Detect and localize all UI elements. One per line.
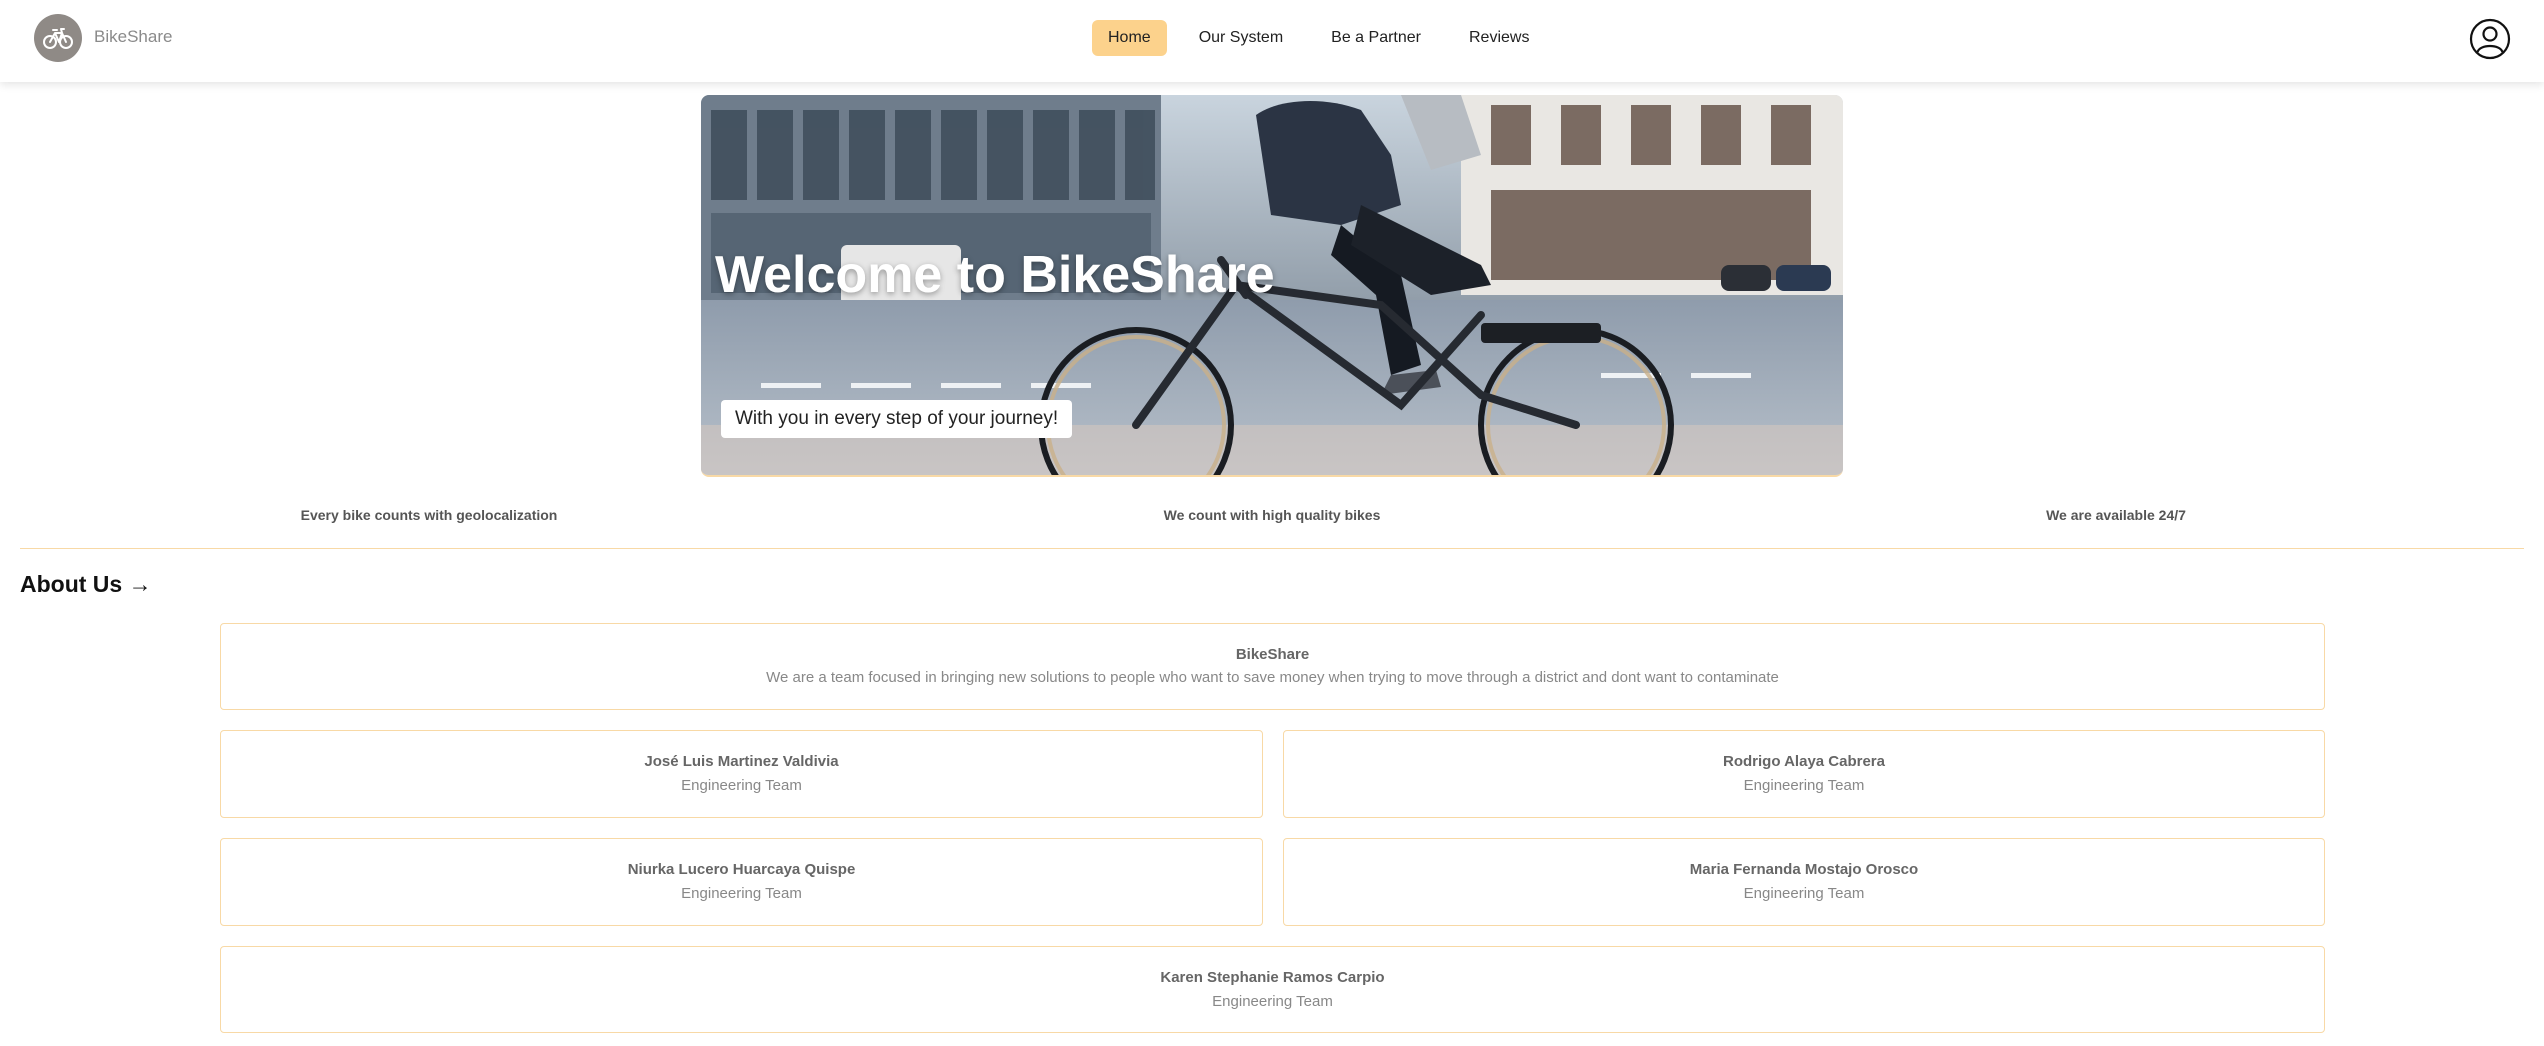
- member-card: José Luis Martinez Valdivia Engineering …: [220, 730, 1263, 818]
- bicycle-icon: [43, 28, 73, 49]
- section-divider: [20, 548, 2524, 549]
- member-name: Rodrigo Alaya Cabrera: [1723, 753, 1885, 770]
- member-role: Engineering Team: [681, 885, 802, 902]
- team-name: BikeShare: [1235, 646, 1310, 663]
- main-nav: Home Our System Be a Partner Reviews: [1092, 20, 1561, 56]
- member-name: José Luis Martinez Valdivia: [644, 753, 839, 770]
- team-description: We are a team focused in bringing new so…: [766, 669, 1779, 686]
- user-circle-icon[interactable]: [2469, 18, 2511, 60]
- hero-title: Welcome to BikeShare: [715, 246, 1275, 304]
- member-name: Niurka Lucero Huarcaya Quispe: [627, 861, 856, 878]
- member-card: Niurka Lucero Huarcaya Quispe Engineerin…: [220, 838, 1263, 926]
- member-name: Karen Stephanie Ramos Carpio: [1160, 969, 1385, 986]
- hero-banner: Welcome to BikeShare With you in every s…: [701, 95, 1843, 477]
- member-role: Engineering Team: [681, 777, 802, 794]
- member-card: Karen Stephanie Ramos Carpio Engineering…: [220, 946, 2325, 1033]
- brand-name[interactable]: BikeShare: [94, 27, 172, 47]
- member-name: Maria Fernanda Mostajo Orosco: [1689, 861, 1919, 878]
- member-card: Maria Fernanda Mostajo Orosco Engineerin…: [1283, 838, 2325, 926]
- member-role: Engineering Team: [1743, 885, 1865, 902]
- top-header: BikeShare Home Our System Be a Partner R…: [0, 0, 2544, 82]
- logo[interactable]: [34, 14, 82, 62]
- member-role: Engineering Team: [1743, 777, 1865, 794]
- nav-be-a-partner[interactable]: Be a Partner: [1315, 20, 1437, 56]
- member-card: Rodrigo Alaya Cabrera Engineering Team: [1283, 730, 2325, 818]
- feature-geolocalization: Every bike counts with geolocalization: [300, 507, 558, 523]
- nav-our-system[interactable]: Our System: [1183, 20, 1299, 56]
- member-role: Engineering Team: [1212, 993, 1333, 1010]
- nav-reviews[interactable]: Reviews: [1453, 20, 1545, 56]
- feature-quality-bikes: We count with high quality bikes: [1163, 507, 1381, 523]
- feature-availability: We are available 24/7: [2046, 507, 2186, 523]
- nav-home[interactable]: Home: [1092, 20, 1167, 56]
- about-us-heading[interactable]: About Us →: [20, 571, 152, 598]
- about-intro-card: BikeShare We are a team focused in bring…: [220, 623, 2325, 710]
- hero-subtitle: With you in every step of your journey!: [721, 400, 1073, 438]
